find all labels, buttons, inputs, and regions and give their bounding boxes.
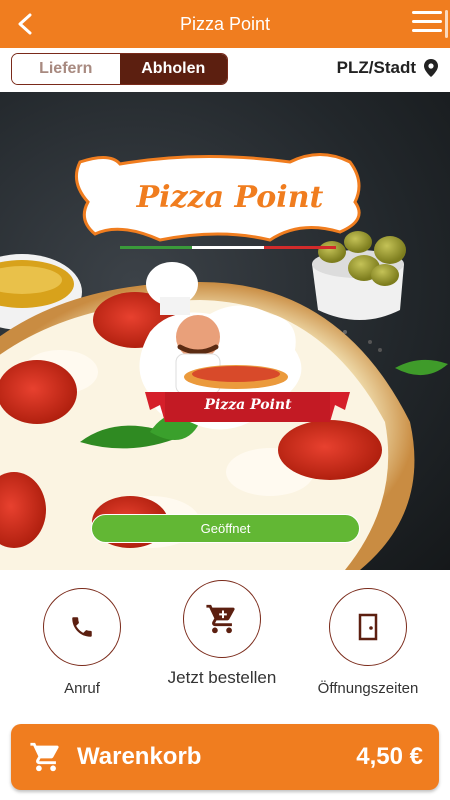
- phone-icon: [72, 617, 92, 637]
- call-label: Anruf: [64, 680, 100, 697]
- order-label: Jetzt bestellen: [167, 668, 277, 687]
- door-icon: [358, 613, 378, 641]
- cart-icon: [30, 742, 59, 772]
- chevron-left-icon: [18, 13, 32, 35]
- open-status-button[interactable]: Geöffnet: [91, 514, 360, 543]
- logo-text: Pizza Point: [136, 180, 324, 215]
- order-button[interactable]: [183, 580, 261, 658]
- cart-icon: [206, 604, 235, 634]
- cart-button[interactable]: Warenkorb 4,50 €: [11, 724, 439, 790]
- action-row: Anruf Jetzt bestellen Öffnungszeiten: [0, 570, 450, 720]
- delivery-mode-toggle: Liefern Abholen: [11, 53, 228, 85]
- call-action[interactable]: Anruf: [27, 588, 137, 697]
- hours-label: Öffnungszeiten: [317, 680, 419, 697]
- pickup-option[interactable]: Abholen: [119, 54, 227, 84]
- menu-icon: [412, 11, 442, 14]
- hero-image: Pizza Point Pizza Point: [0, 92, 450, 570]
- page-title: Pizza Point: [179, 13, 271, 34]
- cart-label: Warenkorb: [77, 743, 202, 770]
- scroll-indicator: [445, 10, 448, 38]
- location-selector[interactable]: PLZ/Stadt: [337, 58, 438, 78]
- location-label: PLZ/Stadt: [336, 58, 416, 77]
- hours-button[interactable]: [329, 588, 407, 666]
- badge-text: Pizza Point: [204, 397, 292, 413]
- cart-total: 4,50 €: [356, 743, 423, 770]
- order-action[interactable]: Jetzt bestellen: [167, 580, 277, 688]
- top-app-bar: Pizza Point: [0, 0, 450, 48]
- hours-action[interactable]: Öffnungszeiten: [313, 588, 423, 697]
- back-button[interactable]: [10, 8, 40, 40]
- pizza-photo: [0, 153, 448, 570]
- hamburger-menu-button[interactable]: [412, 11, 442, 37]
- call-button[interactable]: [43, 588, 121, 666]
- map-pin-icon: [424, 59, 438, 77]
- deliver-option[interactable]: Liefern: [12, 54, 120, 84]
